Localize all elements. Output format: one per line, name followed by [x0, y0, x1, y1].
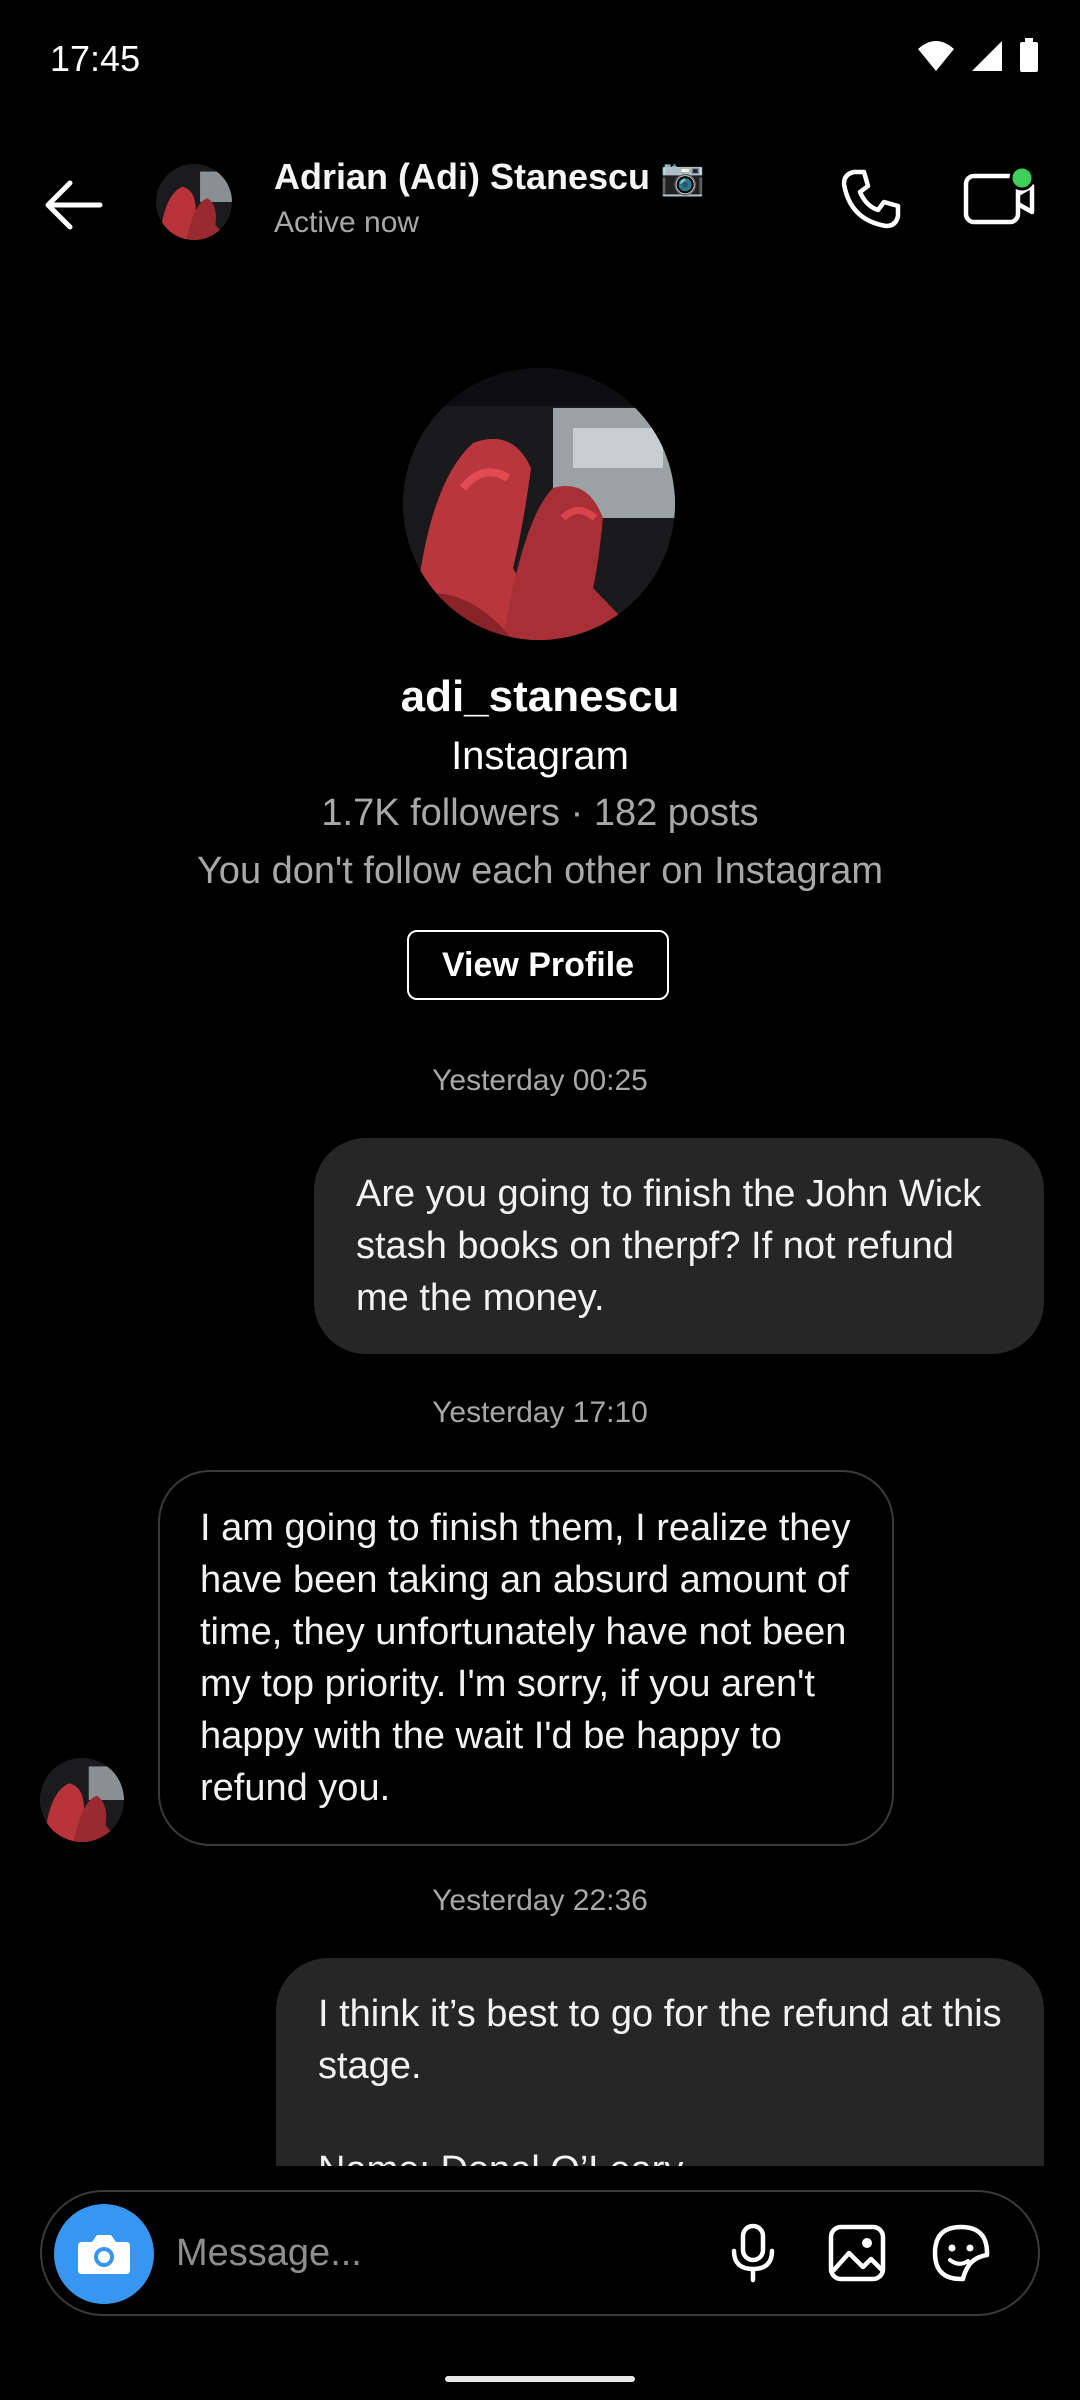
message-text: Name: Donal O’Leary — [318, 2144, 1004, 2166]
phone-icon — [841, 169, 901, 229]
home-indicator[interactable] — [445, 2376, 635, 2382]
outgoing-message-clip: I think it’s best to go for the refund a… — [276, 1958, 1044, 2166]
wifi-icon — [918, 41, 954, 71]
arrow-left-icon — [45, 180, 103, 230]
profile-avatar[interactable] — [403, 368, 675, 640]
header-avatar[interactable] — [156, 164, 232, 240]
sticker-icon — [932, 2224, 990, 2282]
message-timestamp: Yesterday 17:10 — [432, 1396, 648, 1429]
video-camera-icon — [963, 165, 1035, 225]
image-icon — [828, 2224, 886, 2282]
message-timestamp: Yesterday 22:36 — [432, 1884, 648, 1917]
video-call-button[interactable] — [960, 164, 1040, 234]
signal-icon — [972, 41, 1002, 71]
car-seat-photo — [40, 1758, 124, 1842]
microphone-icon — [731, 2223, 775, 2283]
profile-stats: 1.7K followers · 182 posts — [321, 792, 759, 834]
status-icons — [916, 38, 1040, 74]
camera-button[interactable] — [54, 2204, 154, 2304]
profile-username: adi_stanescu — [400, 672, 680, 721]
sticker-button[interactable] — [922, 2214, 1000, 2292]
view-profile-button[interactable]: View Profile — [407, 930, 669, 1000]
message-input[interactable] — [176, 2222, 696, 2284]
outgoing-message[interactable]: Are you going to finish the John Wick st… — [314, 1138, 1044, 1354]
active-status: Active now — [274, 206, 420, 239]
call-button[interactable] — [836, 164, 906, 234]
car-seat-photo — [156, 164, 232, 240]
incoming-message[interactable]: I am going to finish them, I realize the… — [158, 1470, 894, 1846]
status-time: 17:45 — [50, 38, 141, 79]
contact-name[interactable]: Adrian (Adi) Stanescu 📷 — [274, 156, 705, 198]
battery-icon — [1020, 38, 1038, 72]
sender-avatar[interactable] — [40, 1758, 124, 1842]
profile-platform: Instagram — [451, 734, 629, 778]
message-text: I think it’s best to go for the refund a… — [318, 1993, 1002, 2087]
follow-note: You don't follow each other on Instagram — [196, 850, 884, 892]
message-timestamp: Yesterday 00:25 — [432, 1064, 648, 1097]
outgoing-message[interactable]: I think it’s best to go for the refund a… — [276, 1958, 1044, 2166]
voice-button[interactable] — [714, 2214, 792, 2292]
car-interior-photo — [403, 368, 675, 640]
gallery-button[interactable] — [818, 2214, 896, 2292]
back-button[interactable] — [40, 170, 110, 240]
camera-icon — [78, 2235, 130, 2274]
